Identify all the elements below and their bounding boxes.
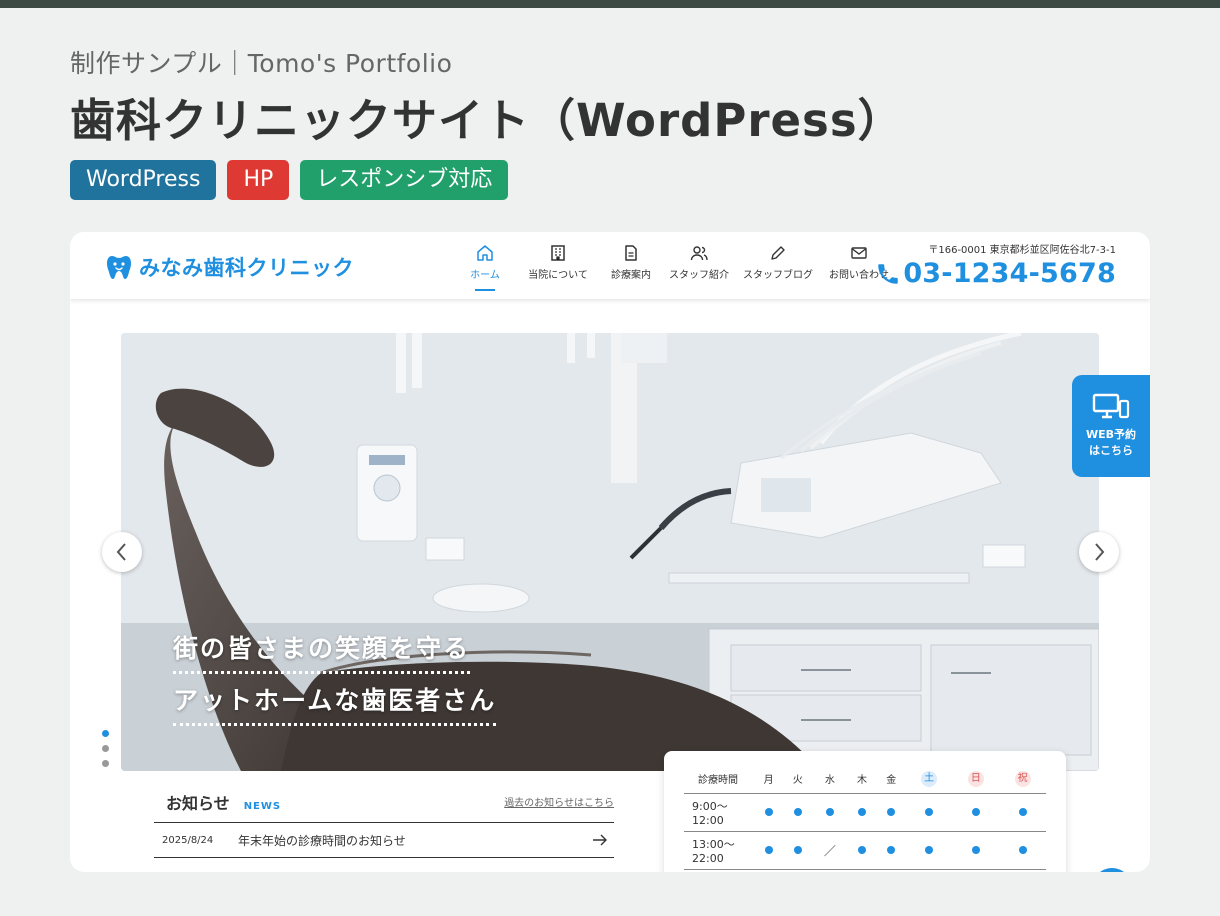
header-contact: 〒166-0001 東京都杉並区阿佐谷北7-3-1 03-1234-5678	[875, 241, 1116, 289]
arrow-right-icon	[593, 834, 607, 846]
day-fri: 金	[876, 765, 906, 794]
day-sun: 日	[952, 765, 1000, 794]
news-subtitle: NEWS	[243, 801, 282, 812]
page-top-button[interactable]	[1092, 868, 1132, 872]
slider-prev-button[interactable]	[102, 532, 142, 572]
hours-mark-open	[905, 793, 953, 832]
hours-time: 9:00〜12:00	[684, 793, 754, 832]
hours-mark-open	[847, 831, 877, 870]
nav-item-label: 当院について	[528, 270, 588, 281]
hours-mark-open	[905, 831, 953, 870]
day-wed: 水	[812, 765, 848, 794]
news-date: 2025/8/24	[162, 834, 214, 846]
chevron-right-icon	[1095, 543, 1105, 561]
hero-catch-line2: アットホームな歯医者さん	[173, 681, 497, 726]
users-icon	[690, 246, 708, 261]
phone-row[interactable]: 03-1234-5678	[875, 258, 1116, 289]
phone-number: 03-1234-5678	[903, 258, 1116, 289]
devices-icon	[1092, 393, 1130, 419]
news-more-link[interactable]: 過去のお知らせはこちら	[504, 794, 614, 809]
site-logo-text: みなみ歯科クリニック	[139, 256, 354, 280]
home-icon	[477, 245, 493, 261]
nav-item-label: 診療案内	[611, 270, 651, 281]
main-nav: ホーム 当院について 診療案内 スタッフ紹介 スタッフブログ お問い合わせ	[463, 244, 897, 291]
site-logo[interactable]: みなみ歯科クリニック	[105, 252, 354, 282]
hours-header-label: 診療時間	[684, 765, 754, 794]
slider-dot[interactable]	[102, 760, 109, 767]
news-item[interactable]: 2025/8/24 年末年始の診療時間のお知らせ	[154, 823, 614, 858]
nav-item-home[interactable]: ホーム	[463, 244, 507, 291]
hours-header-row: 診療時間 月 火 水 木 金 土 日 祝	[684, 765, 1046, 794]
hours-mark-open	[783, 831, 813, 870]
hours-table: 診療時間 月 火 水 木 金 土 日 祝 9:00〜12:00 13:00〜22…	[684, 765, 1046, 870]
news-header: お知らせ NEWS 過去のお知らせはこちら	[154, 788, 614, 823]
page-title: 歯科クリニックサイト（WordPress）	[70, 94, 904, 147]
day-mon: 月	[754, 765, 784, 794]
building-icon	[551, 245, 565, 261]
hours-time: 13:00〜22:00	[684, 831, 754, 870]
hours-mark-open	[783, 793, 813, 832]
clinic-address: 〒166-0001 東京都杉並区阿佐谷北7-3-1	[928, 245, 1116, 256]
slider-dot[interactable]	[102, 730, 109, 737]
slider-next-button[interactable]	[1079, 532, 1119, 572]
day-tue: 火	[783, 765, 813, 794]
hours-mark-open	[952, 831, 1000, 870]
day-sat: 土	[905, 765, 953, 794]
nav-item-staff[interactable]: スタッフ紹介	[663, 244, 735, 281]
nav-item-treatment[interactable]: 診療案内	[599, 244, 663, 281]
page-subtitle: 制作サンプル｜Tomo's Portfolio	[70, 49, 453, 78]
hours-mark-open	[754, 793, 784, 832]
tag-responsive: レスポンシブ対応	[300, 160, 509, 200]
document-icon	[625, 245, 637, 261]
hours-mark-open	[847, 793, 877, 832]
phone-icon	[878, 263, 899, 284]
news-section: お知らせ NEWS 過去のお知らせはこちら 2025/8/24 年末年始の診療時…	[154, 788, 614, 858]
slider-dots	[102, 730, 109, 767]
hero-slider: 街の皆さまの笑顔を守る アットホームな歯医者さん	[121, 333, 1099, 771]
nav-item-blog[interactable]: スタッフブログ	[735, 244, 821, 281]
tag-list: WordPress HP レスポンシブ対応	[70, 160, 509, 200]
web-reserve-line1: WEB予約	[1085, 428, 1137, 441]
web-reservation-button[interactable]: WEB予約 はこちら	[1072, 375, 1150, 477]
mail-icon	[851, 247, 867, 259]
pencil-icon	[771, 246, 785, 260]
hours-mark-closed: ／	[812, 831, 848, 870]
hours-mark-open	[876, 831, 906, 870]
site-header: みなみ歯科クリニック ホーム 当院について 診療案内 スタッフ紹介 スタッフブロ…	[70, 232, 1150, 299]
web-reserve-line2: はこちら	[1089, 444, 1133, 457]
chevron-left-icon	[116, 543, 126, 561]
tag-wordpress: WordPress	[70, 160, 217, 200]
hero-catch-line1: 街の皆さまの笑顔を守る	[173, 629, 471, 674]
hours-mark-open	[999, 793, 1046, 832]
hours-row: 13:00〜22:00 ／	[684, 831, 1046, 870]
top-accent-bar	[0, 0, 1220, 8]
site-preview-card: みなみ歯科クリニック ホーム 当院について 診療案内 スタッフ紹介 スタッフブロ…	[70, 232, 1150, 872]
nav-item-label: スタッフブログ	[743, 270, 813, 281]
nav-item-label: スタッフ紹介	[669, 270, 729, 281]
hours-mark-open	[876, 793, 906, 832]
tooth-icon	[107, 256, 131, 279]
news-text: 年末年始の診療時間のお知らせ	[238, 833, 406, 848]
hours-row: 9:00〜12:00	[684, 793, 1046, 832]
hours-mark-open	[999, 831, 1046, 870]
nav-item-label: ホーム	[470, 270, 500, 281]
news-title: お知らせ	[166, 794, 230, 813]
hours-mark-open	[754, 831, 784, 870]
hours-mark-open	[952, 793, 1000, 832]
hours-table-card: 診療時間 月 火 水 木 金 土 日 祝 9:00〜12:00 13:00〜22…	[664, 751, 1066, 872]
day-holiday: 祝	[999, 765, 1046, 794]
tag-hp: HP	[227, 160, 290, 200]
slider-dot[interactable]	[102, 745, 109, 752]
day-thu: 木	[847, 765, 877, 794]
hours-mark-open	[812, 793, 848, 832]
nav-item-about[interactable]: 当院について	[517, 244, 599, 281]
